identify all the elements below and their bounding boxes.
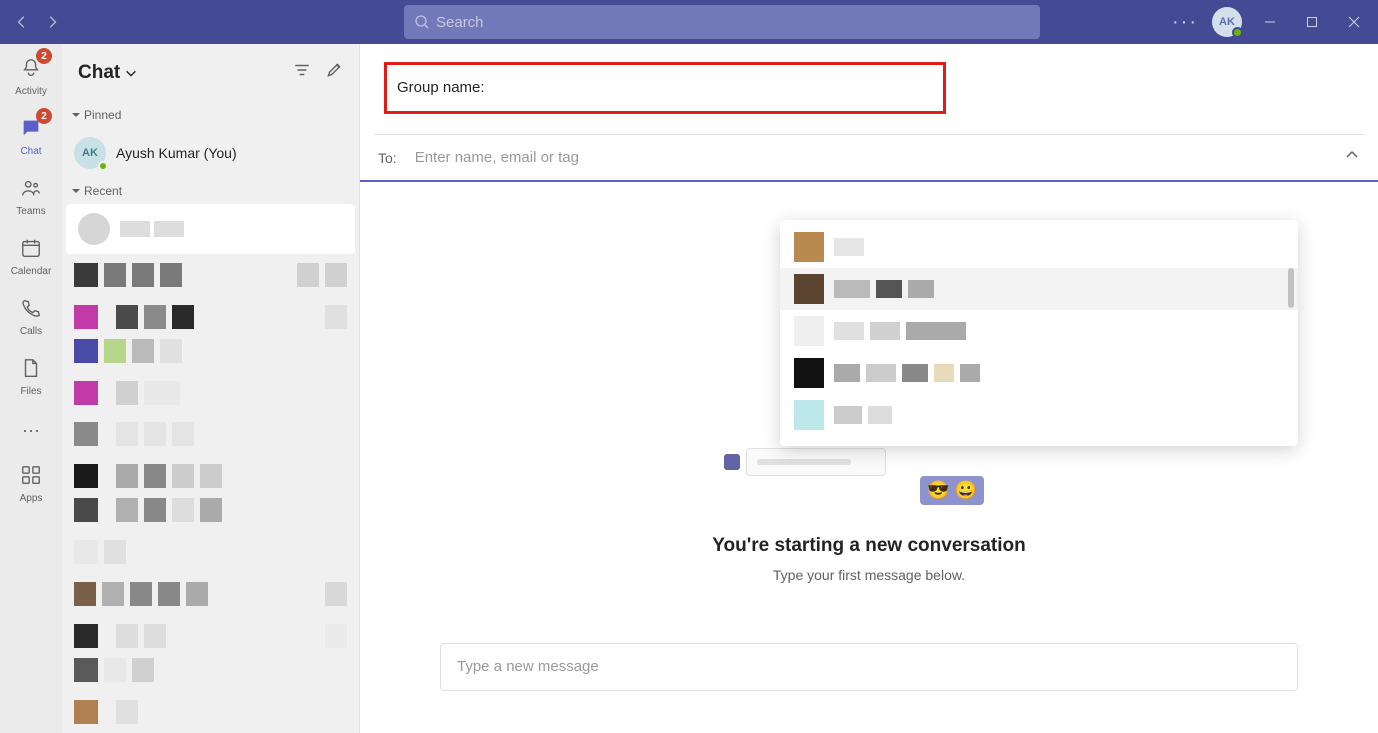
start-conversation-subtitle: Type your first message below. — [360, 567, 1378, 583]
suggestion-item[interactable] — [780, 268, 1298, 310]
start-conversation-title: You're starting a new conversation — [360, 535, 1378, 557]
presence-available-icon — [1232, 27, 1243, 38]
search-input[interactable] — [436, 14, 1030, 31]
activity-badge: 2 — [36, 48, 52, 64]
user-avatar[interactable]: AK — [1212, 7, 1242, 37]
new-chat-button[interactable] — [325, 61, 343, 84]
nav-back-button[interactable] — [10, 10, 34, 34]
list-item[interactable] — [62, 691, 359, 733]
collapse-button[interactable] — [1344, 147, 1360, 168]
avatar: AK — [74, 137, 106, 169]
phone-icon — [20, 297, 42, 324]
to-input[interactable] — [415, 149, 1344, 166]
search-icon — [414, 14, 430, 30]
group-name-field-highlight: Group name: — [384, 62, 946, 114]
chevron-down-icon — [124, 66, 138, 80]
maximize-button[interactable] — [1298, 8, 1326, 36]
suggestion-item[interactable] — [780, 226, 1298, 268]
chat-list-panel: Chat Pinned AK Ayush Kumar (You) Recent — [62, 44, 360, 733]
avatar-placeholder-icon — [724, 454, 740, 470]
scrollbar[interactable] — [1288, 268, 1294, 308]
list-item[interactable] — [62, 414, 359, 456]
chat-list-title[interactable]: Chat — [78, 62, 138, 84]
suggestion-item[interactable] — [780, 352, 1298, 394]
rail-more-button[interactable]: ··· — [22, 420, 40, 441]
emoji-reactions: 😎 😀 — [920, 476, 984, 505]
chat-badge: 2 — [36, 108, 52, 124]
nav-forward-button[interactable] — [40, 10, 64, 34]
presence-available-icon — [98, 161, 108, 171]
recent-section[interactable]: Recent — [62, 178, 359, 204]
filter-button[interactable] — [293, 61, 311, 84]
caret-down-icon — [72, 187, 80, 195]
apps-icon — [20, 464, 42, 491]
list-item[interactable] — [62, 372, 359, 414]
list-item[interactable] — [62, 573, 359, 615]
more-options-button[interactable]: ··· — [1172, 11, 1198, 34]
group-name-label: Group name: — [397, 79, 485, 96]
suggestion-item[interactable] — [780, 310, 1298, 352]
to-field-row: To: — [360, 135, 1378, 182]
avatar — [78, 213, 110, 245]
list-item[interactable] — [62, 254, 359, 296]
minimize-button[interactable] — [1256, 8, 1284, 36]
to-label: To: — [378, 150, 397, 166]
chat-item-new[interactable] — [66, 204, 355, 254]
people-suggestions-dropdown — [780, 220, 1298, 446]
chat-item-self[interactable]: AK Ayush Kumar (You) — [62, 128, 359, 178]
conversation-panel: Group name: To: — [360, 44, 1378, 733]
rail-calendar[interactable]: Calendar — [0, 232, 62, 282]
rail-activity[interactable]: 2 Activity — [0, 52, 62, 102]
list-item[interactable] — [62, 330, 359, 372]
caret-down-icon — [72, 111, 80, 119]
rail-files[interactable]: Files — [0, 352, 62, 402]
titlebar: ··· AK — [0, 0, 1378, 44]
list-item[interactable] — [62, 531, 359, 573]
list-item[interactable] — [62, 649, 359, 691]
compose-input[interactable] — [457, 658, 1281, 675]
pinned-section[interactable]: Pinned — [62, 102, 359, 128]
rail-chat[interactable]: 2 Chat — [0, 112, 62, 162]
compose-box[interactable] — [440, 643, 1298, 691]
close-button[interactable] — [1340, 8, 1368, 36]
list-item[interactable] — [62, 489, 359, 531]
rail-apps[interactable]: Apps — [0, 459, 62, 509]
suggestion-item[interactable] — [780, 394, 1298, 436]
search-bar[interactable] — [404, 5, 1040, 39]
app-rail: 2 Activity 2 Chat Teams Calendar Calls F… — [0, 44, 62, 733]
rail-teams[interactable]: Teams — [0, 172, 62, 222]
teams-icon — [20, 177, 42, 204]
chat-name: Ayush Kumar (You) — [116, 145, 347, 161]
rail-calls[interactable]: Calls — [0, 292, 62, 342]
file-icon — [20, 357, 42, 384]
calendar-icon — [20, 237, 42, 264]
